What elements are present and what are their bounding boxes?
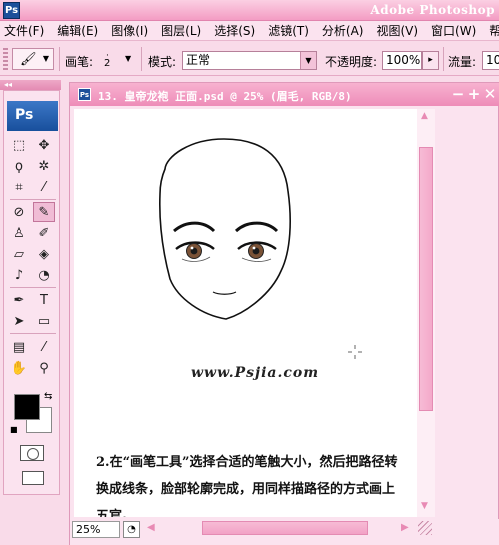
magic-wand-tool-icon[interactable]: ✲ bbox=[33, 156, 55, 176]
menu-help[interactable]: 帮 bbox=[489, 22, 499, 39]
flow-input[interactable]: 100 bbox=[482, 51, 499, 70]
blur-tool-icon[interactable]: ♪ bbox=[8, 265, 30, 285]
divider bbox=[10, 333, 56, 334]
eyedropper2-tool-icon[interactable]: ⁄ bbox=[33, 337, 55, 357]
minimize-icon[interactable]: − bbox=[450, 86, 466, 102]
divider bbox=[10, 199, 56, 200]
options-bar-grip[interactable] bbox=[3, 48, 8, 70]
tutorial-caption: 2.在“画笔工具”选择合适的笔触大小，然后把路径转换成线条，脸部轮廓完成，用同样… bbox=[96, 455, 398, 517]
zoom-tool-icon[interactable]: ⚲ bbox=[33, 358, 55, 378]
chevron-down-icon: ▼ bbox=[125, 54, 132, 63]
status-menu-button[interactable]: ◔ bbox=[123, 521, 140, 538]
app-title: Adobe Photoshop bbox=[370, 3, 495, 17]
divider bbox=[10, 287, 56, 288]
opacity-input[interactable]: 100% bbox=[382, 51, 422, 70]
vertical-scrollbar[interactable]: ▲ ▼ bbox=[417, 109, 435, 517]
lasso-tool-icon[interactable]: ϙ bbox=[8, 156, 30, 176]
opacity-value: 100% bbox=[386, 53, 421, 67]
marquee-tool-icon[interactable]: ⬚ bbox=[8, 135, 30, 155]
type-tool-icon[interactable]: T bbox=[33, 290, 55, 310]
screen-mode-button[interactable] bbox=[22, 471, 44, 485]
resize-grip-icon[interactable] bbox=[418, 521, 432, 535]
status-bar: 25% ◔ ◀ ▶ bbox=[70, 519, 499, 545]
toolbox-collapse-bar[interactable]: ◂◂ bbox=[0, 80, 61, 90]
app-titlebar: Ps Adobe Photoshop bbox=[0, 0, 499, 21]
flow-value: 100 bbox=[486, 53, 499, 67]
chevron-down-icon: ▼ bbox=[300, 52, 316, 69]
dodge-tool-icon[interactable]: ◔ bbox=[33, 265, 55, 285]
mode-select[interactable]: 正常 ▼ bbox=[182, 51, 317, 70]
document-ps-icon: Ps bbox=[78, 88, 91, 101]
pen-tool-icon[interactable]: ✒ bbox=[8, 290, 30, 310]
divider bbox=[141, 47, 142, 71]
divider bbox=[59, 47, 60, 71]
document-window: Ps 13. 皇帝龙袍 正面.psd @ 25% (眉毛, RGB/8) − +… bbox=[69, 82, 499, 545]
arrow-right-icon: ▸ bbox=[428, 55, 433, 65]
watermark-text: www.Psjia.com bbox=[191, 365, 320, 381]
scroll-right-icon[interactable]: ▶ bbox=[401, 522, 409, 533]
eyedropper-tool-icon[interactable]: ⁄ bbox=[33, 177, 55, 197]
foreground-color-swatch[interactable] bbox=[14, 394, 40, 420]
canvas[interactable]: www.Psjia.com 2.在“画笔工具”选择合适的笔触大小，然后把路径转换… bbox=[74, 109, 414, 517]
mode-label: 模式: bbox=[148, 55, 177, 69]
move-tool-icon[interactable]: ✥ bbox=[33, 135, 55, 155]
divider bbox=[443, 47, 444, 71]
horizontal-scroll-thumb[interactable] bbox=[202, 521, 368, 535]
photoshop-logo-icon: Ps bbox=[3, 2, 20, 19]
menu-window[interactable]: 窗口(W) bbox=[431, 22, 476, 39]
menu-file[interactable]: 文件(F) bbox=[4, 22, 44, 39]
scroll-up-icon[interactable]: ▲ bbox=[421, 111, 428, 121]
chevron-down-icon: ▼ bbox=[42, 54, 49, 63]
opacity-label: 不透明度: bbox=[325, 55, 378, 69]
flow-label: 流量: bbox=[448, 55, 477, 69]
maximize-icon[interactable]: + bbox=[466, 86, 482, 102]
options-bar: 🖌 ▼ 画笔: · 2 ▼ 模式: 正常 ▼ 不透明度: 100% ▸ 流量: … bbox=[0, 42, 499, 76]
quick-mask-button[interactable] bbox=[20, 445, 44, 461]
document-titlebar[interactable]: Ps 13. 皇帝龙袍 正面.psd @ 25% (眉毛, RGB/8) − +… bbox=[70, 83, 499, 106]
brush-label: 画笔: bbox=[65, 55, 94, 69]
menu-view[interactable]: 视图(V) bbox=[376, 22, 418, 39]
menu-edit[interactable]: 编辑(E) bbox=[57, 22, 98, 39]
toolbox: Ps ⬚ ✥ ϙ ✲ ⌗ ⁄ ⊘ ✎ ♙ ✐ ▱ ◈ ♪ ◔ ✒ T ➤ ▭ ▤… bbox=[3, 90, 60, 495]
tool-preset-picker[interactable]: 🖌 ▼ bbox=[12, 48, 54, 70]
swap-colors-icon[interactable]: ⇆ bbox=[44, 391, 52, 402]
path-selection-tool-icon[interactable]: ➤ bbox=[8, 311, 30, 331]
menu-layer[interactable]: 图层(L) bbox=[161, 22, 201, 39]
hand-tool-icon[interactable]: ✋ bbox=[8, 358, 30, 378]
menu-image[interactable]: 图像(I) bbox=[111, 22, 148, 39]
zoom-level-input[interactable]: 25% bbox=[72, 521, 120, 538]
toolbox-ps-logo[interactable]: Ps bbox=[7, 101, 58, 131]
menu-select[interactable]: 选择(S) bbox=[214, 22, 255, 39]
opacity-slider-button[interactable]: ▸ bbox=[422, 51, 439, 70]
menu-bar: 文件(F) 编辑(E) 图像(I) 图层(L) 选择(S) 滤镜(T) 分析(A… bbox=[0, 21, 499, 41]
eraser-tool-icon[interactable]: ▱ bbox=[8, 244, 30, 264]
brush-icon: 🖌 bbox=[20, 52, 37, 67]
shape-tool-icon[interactable]: ▭ bbox=[33, 311, 55, 331]
mode-value: 正常 bbox=[186, 53, 211, 67]
history-brush-tool-icon[interactable]: ✐ bbox=[33, 223, 55, 243]
menu-filter[interactable]: 滤镜(T) bbox=[268, 22, 309, 39]
brush-size-value: 2 bbox=[104, 58, 111, 69]
vertical-scroll-thumb[interactable] bbox=[419, 147, 433, 411]
crop-tool-icon[interactable]: ⌗ bbox=[8, 177, 30, 197]
default-colors-icon[interactable]: ■ bbox=[10, 425, 18, 434]
document-title: 13. 皇帝龙袍 正面.psd @ 25% (眉毛, RGB/8) bbox=[98, 90, 352, 103]
scroll-down-icon[interactable]: ▼ bbox=[421, 501, 428, 511]
clone-stamp-tool-icon[interactable]: ♙ bbox=[8, 223, 30, 243]
menu-analysis[interactable]: 分析(A) bbox=[322, 22, 364, 39]
paint-bucket-tool-icon[interactable]: ◈ bbox=[33, 244, 55, 264]
close-icon[interactable]: ✕ bbox=[482, 86, 498, 102]
notes-tool-icon[interactable]: ▤ bbox=[8, 337, 30, 357]
healing-brush-tool-icon[interactable]: ⊘ bbox=[8, 202, 30, 222]
brush-tool-icon[interactable]: ✎ bbox=[33, 202, 55, 222]
brush-size-picker[interactable]: · 2 ▼ bbox=[100, 48, 136, 70]
scroll-left-icon[interactable]: ◀ bbox=[147, 522, 155, 533]
